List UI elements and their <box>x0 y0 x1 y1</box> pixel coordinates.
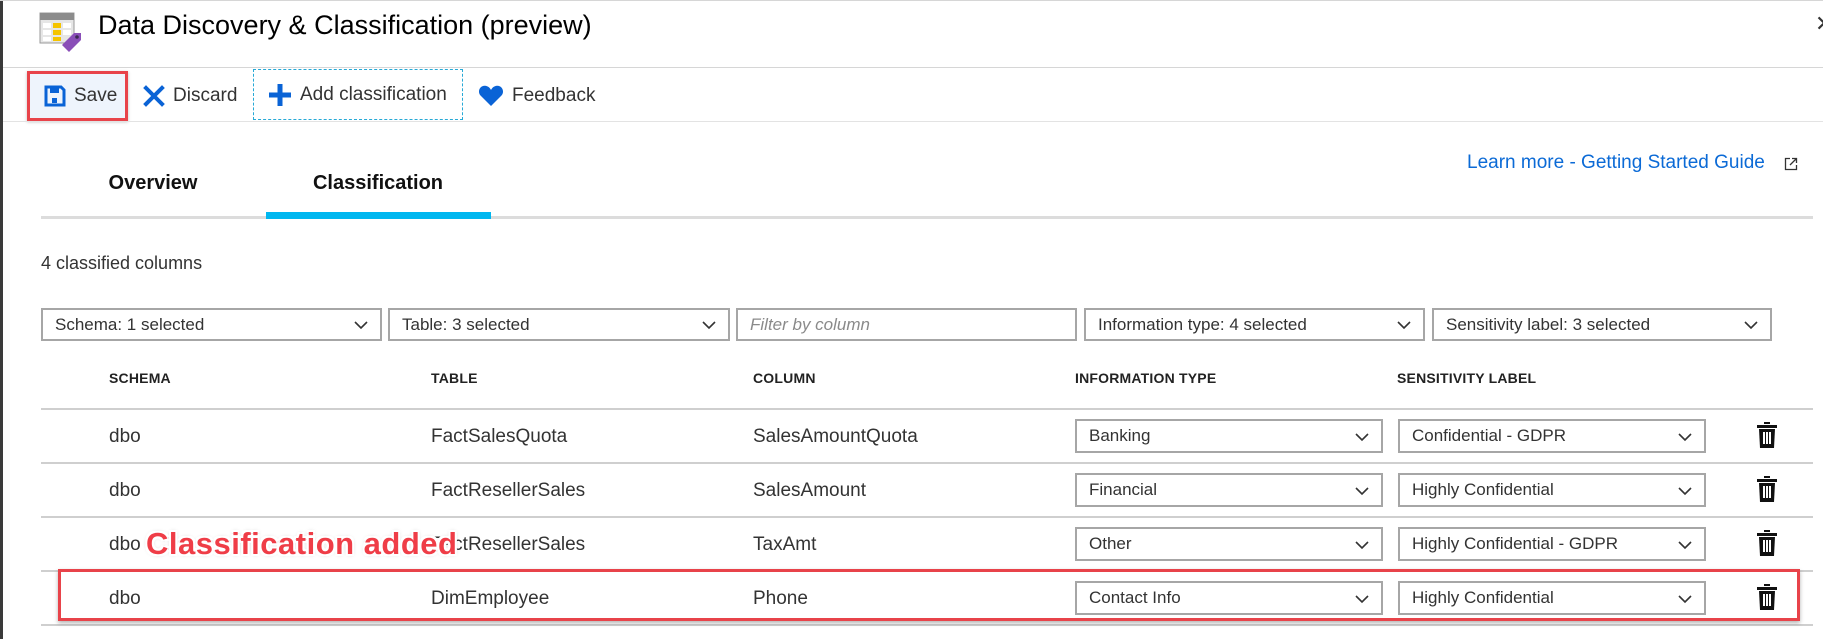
cell-schema: dbo <box>109 588 141 609</box>
cell-column: Phone <box>753 588 808 609</box>
chevron-down-icon <box>1355 541 1369 550</box>
sensitivity-label-filter-dropdown[interactable]: Sensitivity label: 3 selected <box>1432 308 1772 341</box>
information-type-filter-dropdown[interactable]: Information type: 4 selected <box>1084 308 1425 341</box>
header-divider-line <box>41 408 1813 410</box>
cell-column: SalesAmount <box>753 480 867 501</box>
active-tab-indicator <box>266 212 491 219</box>
cell-schema: dbo <box>109 426 141 447</box>
chevron-down-icon <box>1678 433 1692 442</box>
chevron-down-icon <box>1744 321 1758 330</box>
learn-more-link[interactable]: Learn more - Getting Started Guide <box>1467 152 1765 174</box>
information-type-value: Financial <box>1089 480 1158 499</box>
sensitivity-label-filter-value: Sensitivity label: 3 selected <box>1446 314 1651 334</box>
column-header-column: COLUMN <box>753 370 816 386</box>
feedback-button[interactable]: Feedback <box>478 71 595 121</box>
chevron-down-icon <box>1355 487 1369 496</box>
toolbar-divider <box>3 121 1823 122</box>
trash-icon[interactable] <box>1756 584 1778 610</box>
chevron-down-icon <box>702 321 716 330</box>
information-type-value: Other <box>1089 534 1132 553</box>
header-divider <box>3 67 1823 68</box>
information-type-dropdown[interactable]: Other <box>1075 527 1383 561</box>
discard-label: Discard <box>173 85 238 106</box>
cell-schema: dbo <box>109 480 141 501</box>
table-tag-icon <box>38 11 84 55</box>
chevron-down-icon <box>1397 321 1411 330</box>
save-button[interactable]: Save <box>27 71 128 121</box>
information-type-dropdown[interactable]: Contact Info <box>1075 581 1383 615</box>
row-divider <box>41 570 1813 572</box>
sensitivity-label-value: Highly Confidential - GDPR <box>1412 534 1618 553</box>
chevron-down-icon <box>1678 487 1692 496</box>
information-type-dropdown[interactable]: Banking <box>1075 419 1383 453</box>
table-filter-dropdown[interactable]: Table: 3 selected <box>388 308 730 341</box>
cell-table: FactSalesQuota <box>431 426 568 447</box>
heart-icon <box>478 85 504 107</box>
chevron-down-icon <box>1678 595 1692 604</box>
plus-icon <box>268 83 292 107</box>
information-type-filter-value: Information type: 4 selected <box>1098 314 1307 334</box>
classification-added-annotation: Classification added <box>146 526 458 561</box>
row-divider <box>41 516 1813 518</box>
window-left-border <box>0 0 3 639</box>
sensitivity-label-dropdown[interactable]: Highly Confidential <box>1398 581 1706 615</box>
schema-filter-dropdown[interactable]: Schema: 1 selected <box>41 308 382 341</box>
row-divider <box>41 624 1813 626</box>
feedback-label: Feedback <box>512 85 596 106</box>
information-type-dropdown[interactable]: Financial <box>1075 473 1383 507</box>
information-type-value: Contact Info <box>1089 588 1181 607</box>
chevron-down-icon <box>1355 433 1369 442</box>
trash-icon[interactable] <box>1756 476 1778 502</box>
trash-icon[interactable] <box>1756 530 1778 556</box>
column-filter-input[interactable] <box>750 314 1075 335</box>
sensitivity-label-dropdown[interactable]: Confidential - GDPR <box>1398 419 1706 453</box>
sensitivity-label-dropdown[interactable]: Highly Confidential <box>1398 473 1706 507</box>
save-icon <box>44 85 66 107</box>
tab-classification[interactable]: Classification <box>313 172 443 195</box>
close-icon[interactable]: ✕ <box>1815 12 1823 36</box>
sensitivity-label-value: Highly Confidential <box>1412 588 1554 607</box>
classified-columns-count: 4 classified columns <box>41 253 203 273</box>
chevron-down-icon <box>1678 541 1692 550</box>
cell-column: SalesAmountQuota <box>753 426 918 447</box>
information-type-value: Banking <box>1089 426 1151 445</box>
trash-icon[interactable] <box>1756 422 1778 448</box>
sensitivity-label-dropdown[interactable]: Highly Confidential - GDPR <box>1398 527 1706 561</box>
column-header-table: TABLE <box>431 370 478 386</box>
close-icon <box>143 85 165 107</box>
sensitivity-label-value: Highly Confidential <box>1412 480 1554 499</box>
top-divider <box>0 0 1823 1</box>
tab-overview[interactable]: Overview <box>109 172 198 195</box>
column-header-information-type: INFORMATION TYPE <box>1075 370 1217 386</box>
sensitivity-label-value: Confidential - GDPR <box>1412 426 1567 445</box>
page-title: Data Discovery & Classification (preview… <box>98 10 592 40</box>
chevron-down-icon <box>1355 595 1369 604</box>
discard-button[interactable]: Discard <box>141 71 237 121</box>
add-classification-label: Add classification <box>300 83 447 105</box>
cell-column: TaxAmt <box>753 534 817 555</box>
save-label: Save <box>74 85 118 106</box>
add-classification-button[interactable]: Add classification <box>253 69 463 120</box>
cell-schema: dbo <box>109 534 141 555</box>
column-header-sensitivity-label: SENSITIVITY LABEL <box>1397 370 1537 386</box>
table-filter-value: Table: 3 selected <box>402 314 530 334</box>
external-link-icon[interactable] <box>1784 157 1798 171</box>
cell-table: FactResellerSales <box>431 480 586 501</box>
column-header-schema: SCHEMA <box>109 370 171 386</box>
schema-filter-value: Schema: 1 selected <box>55 314 205 334</box>
chevron-down-icon <box>354 321 368 330</box>
cell-table: DimEmployee <box>431 588 550 609</box>
row-divider <box>41 462 1813 464</box>
column-filter-field[interactable] <box>736 308 1077 341</box>
